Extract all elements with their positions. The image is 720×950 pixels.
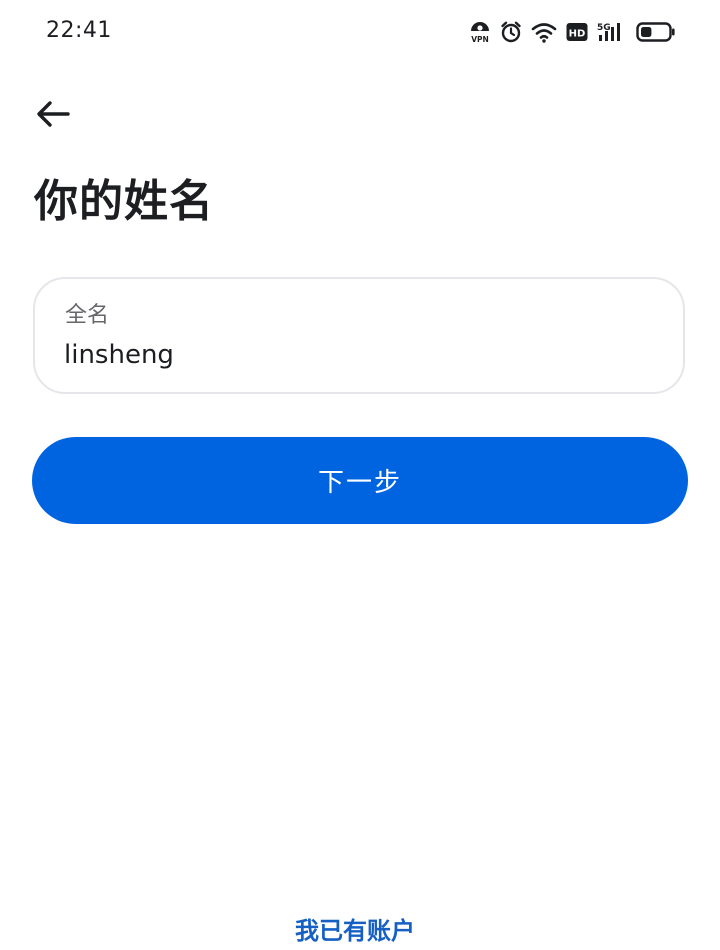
- arrow-left-icon: [35, 100, 71, 132]
- page-title: 你的姓名: [34, 176, 214, 227]
- next-button[interactable]: 下一步: [32, 437, 688, 524]
- status-time: 22:41: [46, 18, 112, 43]
- vpn-icon: VPN: [469, 20, 491, 44]
- hd-icon: HD: [566, 22, 588, 42]
- status-bar: 22:41 VPN HD 5G: [0, 0, 720, 64]
- wifi-icon: [531, 21, 557, 43]
- svg-text:5G: 5G: [597, 23, 611, 33]
- svg-text:HD: HD: [569, 29, 586, 40]
- signal-5g-icon: 5G: [597, 21, 627, 43]
- status-icons: VPN HD 5G: [469, 18, 676, 46]
- full-name-label: 全名: [65, 303, 110, 328]
- full-name-input[interactable]: [64, 336, 654, 374]
- svg-text:VPN: VPN: [471, 35, 489, 44]
- have-account-link[interactable]: 我已有账户: [0, 914, 710, 948]
- back-button[interactable]: [30, 96, 76, 136]
- alarm-icon: [500, 20, 522, 44]
- battery-icon: [636, 21, 676, 43]
- full-name-field[interactable]: 全名: [33, 277, 685, 394]
